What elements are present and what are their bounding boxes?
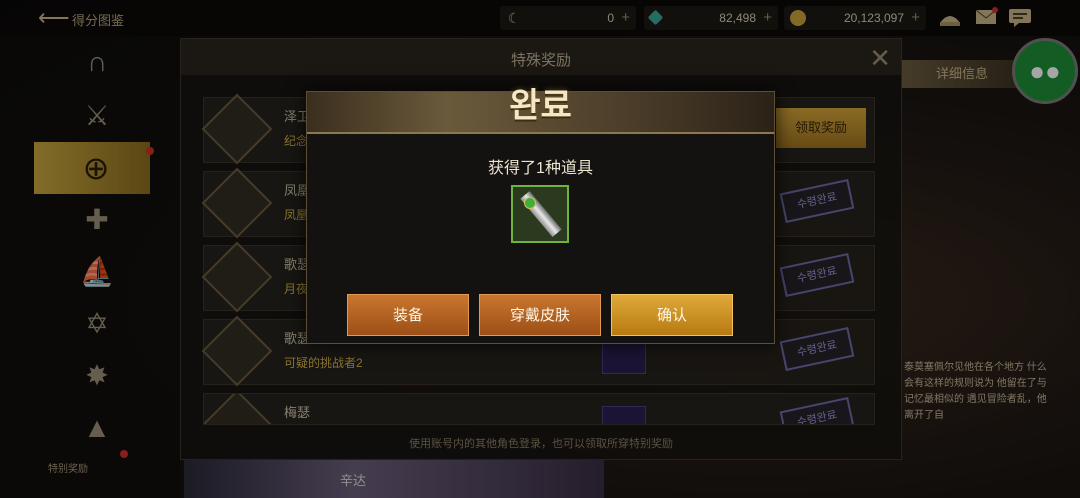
dialog-message: 获得了1种道具: [488, 160, 593, 177]
completion-dialog: 완료 获得了1种道具 装备 穿戴皮肤 确认: [306, 86, 775, 344]
item-slot[interactable]: [511, 185, 569, 243]
equip-button[interactable]: 装备: [347, 294, 469, 336]
confirm-button[interactable]: 确认: [611, 294, 733, 336]
wear-skin-button[interactable]: 穿戴皮肤: [479, 294, 601, 336]
gem-icon: [524, 197, 536, 209]
dialog-title: 완료: [509, 86, 572, 126]
